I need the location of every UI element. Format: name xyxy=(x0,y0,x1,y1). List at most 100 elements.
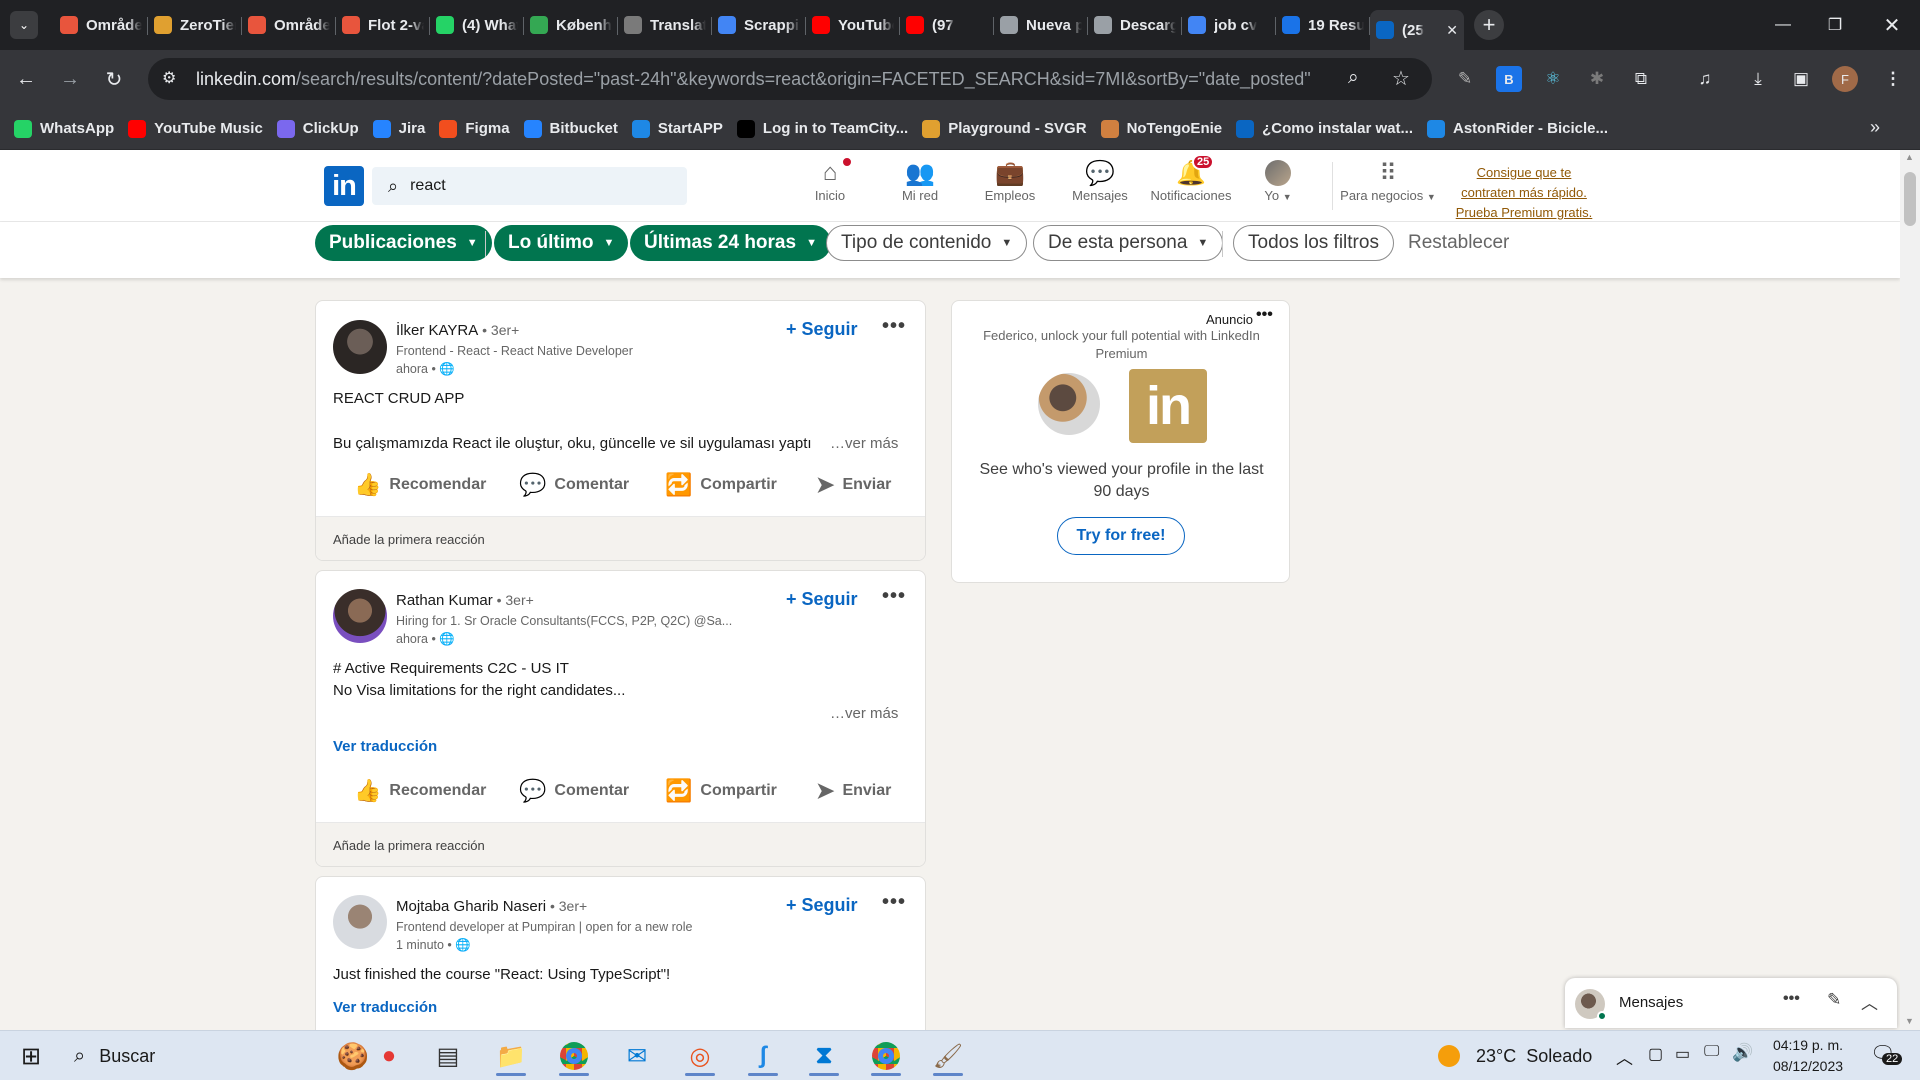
filter-de-esta-persona[interactable]: De esta persona ▼ xyxy=(1033,225,1224,261)
taskbar-search-box[interactable]: ⌕ Buscar xyxy=(60,1037,312,1075)
comment-button[interactable]: 💬 Comentar xyxy=(519,769,629,813)
bookmark-item[interactable]: ¿Como instalar wat... xyxy=(1236,119,1413,138)
see-translation-link[interactable]: Ver traducción xyxy=(333,738,437,755)
tab-search-button[interactable]: ⌄ xyxy=(10,11,38,39)
bookmark-item[interactable]: Bitbucket xyxy=(523,119,618,138)
see-more-link[interactable]: …ver más xyxy=(830,705,898,722)
nav-inicio[interactable]: ⌂ Inicio xyxy=(787,156,873,214)
network-icon[interactable]: 🖵 xyxy=(1704,1043,1719,1061)
mail-icon[interactable]: ✉ xyxy=(614,1036,660,1076)
paint-icon[interactable]: 🖌 xyxy=(925,1036,971,1076)
sourcetree-icon[interactable]: ʃ xyxy=(740,1036,786,1076)
browser-tab[interactable]: 19 Results xyxy=(1276,5,1370,45)
browser-tab[interactable]: job cv xyxy=(1182,5,1276,45)
nav-para-negocios[interactable]: ⠿ Para negocios ▼ xyxy=(1338,158,1438,214)
chevron-up-icon[interactable]: ︿ xyxy=(1616,1044,1633,1069)
bookmark-item[interactable]: ClickUp xyxy=(276,119,359,138)
search-input[interactable]: ⌕ react xyxy=(372,167,687,205)
browser-tab[interactable]: ZeroTier xyxy=(148,5,242,45)
share-button[interactable]: 🔁 Compartir xyxy=(665,769,777,813)
bookmark-item[interactable]: Figma xyxy=(439,119,510,138)
author-name[interactable]: İlker KAYRA • 3er+ xyxy=(396,322,519,339)
weather-text[interactable]: 23°C Soleado xyxy=(1476,1046,1592,1067)
bookmark-item[interactable]: Log in to TeamCity... xyxy=(736,119,908,138)
compose-icon[interactable]: ✎ xyxy=(1827,990,1841,1010)
messaging-bar[interactable]: Mensajes ••• ✎ ︿ xyxy=(1565,978,1897,1028)
filter-publicaciones[interactable]: Publicaciones ▼ xyxy=(315,225,492,261)
volume-icon[interactable]: 🔊 xyxy=(1732,1043,1753,1063)
author-avatar[interactable] xyxy=(333,320,387,374)
filter-ultimas-24h[interactable]: Últimas 24 horas ▼ xyxy=(630,225,831,261)
filter-lo-ultimo[interactable]: Lo último ▼ xyxy=(494,225,629,261)
browser-tab[interactable]: Translate xyxy=(618,5,712,45)
author-name[interactable]: Mojtaba Gharib Naseri • 3er+ xyxy=(396,898,587,915)
filter-restablecer[interactable]: Restablecer xyxy=(1394,225,1523,261)
see-more-link[interactable]: …ver más xyxy=(830,435,898,452)
recommend-button[interactable]: 👍 Recomendar xyxy=(354,463,486,507)
react-devtools-icon[interactable]: ⚛ xyxy=(1540,66,1566,92)
scrollbar-thumb[interactable] xyxy=(1904,172,1916,226)
author-avatar[interactable] xyxy=(333,895,387,949)
back-button[interactable]: ← xyxy=(8,61,44,97)
bookmark-item[interactable]: StartAPP xyxy=(631,119,723,138)
premium-promo-link[interactable]: Consigue que te contraten más rápido. Pr… xyxy=(1446,163,1602,223)
forward-button[interactable]: → xyxy=(52,61,88,97)
profile-avatar[interactable]: F xyxy=(1832,66,1858,92)
try-for-free-button[interactable]: Try for free! xyxy=(1057,517,1185,555)
share-button[interactable]: 🔁 Compartir xyxy=(665,463,777,507)
page-scrollbar[interactable]: ▲ ▼ xyxy=(1900,150,1920,1030)
bookmark-item[interactable]: NoTengoEnie xyxy=(1100,119,1222,138)
browser-tab[interactable]: Området xyxy=(242,5,336,45)
bookmark-item[interactable]: Playground - SVGR xyxy=(922,119,1087,138)
send-button[interactable]: ➤ Enviar xyxy=(816,463,891,507)
bookmark-star-icon[interactable]: ☆ xyxy=(1392,66,1410,91)
chrome-icon[interactable] xyxy=(551,1036,597,1076)
address-bar[interactable]: ⚙ linkedin.com/search/results/content/?d… xyxy=(148,58,1432,100)
task-view-icon[interactable]: ▤ xyxy=(425,1036,471,1076)
more-options-icon[interactable]: ••• xyxy=(882,585,906,608)
more-bookmarks-icon[interactable]: » xyxy=(1870,117,1880,138)
side-panel-icon[interactable]: ▣ xyxy=(1788,66,1814,92)
browser-tab[interactable]: København xyxy=(524,5,618,45)
menu-kebab-icon[interactable]: ⋮ xyxy=(1880,66,1906,92)
comment-button[interactable]: 💬 Comentar xyxy=(519,463,629,507)
follow-button[interactable]: + Seguir xyxy=(786,895,858,916)
send-button[interactable]: ➤ Enviar xyxy=(816,769,891,813)
close-tab-icon[interactable]: ✕ xyxy=(1446,22,1458,39)
bookmark-item[interactable]: Jira xyxy=(372,119,425,138)
extensions-puzzle-icon[interactable]: ⧉ xyxy=(1628,66,1654,92)
bookmark-item[interactable]: WhatsApp xyxy=(14,119,114,138)
messaging-options-icon[interactable]: ••• xyxy=(1783,990,1800,1008)
bookmark-item[interactable]: AstonRider - Bicicle... xyxy=(1426,119,1608,138)
nav-yo[interactable]: Yo ▼ xyxy=(1234,158,1322,214)
media-control-icon[interactable]: ♫ xyxy=(1692,66,1718,92)
extension-shield-icon[interactable]: B xyxy=(1496,66,1522,92)
browser-tab[interactable]: Descargas xyxy=(1088,5,1182,45)
download-icon[interactable]: ⤓ xyxy=(1745,66,1771,92)
browser-tab[interactable]: Scrapping xyxy=(712,5,806,45)
browser-tab[interactable]: Flot 2-værelses xyxy=(336,5,430,45)
nav-notificaciones[interactable]: 🔔 25 Notificaciones xyxy=(1147,154,1235,214)
chevron-up-icon[interactable]: ︿ xyxy=(1861,989,1878,1014)
minimize-button[interactable]: — xyxy=(1753,0,1813,50)
follow-button[interactable]: + Seguir xyxy=(786,319,858,340)
file-explorer-icon[interactable]: 📁 xyxy=(488,1036,534,1076)
browser-tab[interactable]: Nueva pestaña xyxy=(994,5,1088,45)
new-tab-button[interactable]: + xyxy=(1474,10,1504,40)
browser-tab[interactable]: (97 xyxy=(900,5,994,45)
bookmark-item[interactable]: YouTube Music xyxy=(128,119,263,138)
linkedin-logo[interactable]: in xyxy=(324,166,364,206)
author-name[interactable]: Rathan Kumar • 3er+ xyxy=(396,592,534,609)
windows-start-icon[interactable]: ⊞ xyxy=(8,1036,54,1076)
browser-tab[interactable]: Området xyxy=(54,5,148,45)
ornament-widget-icon[interactable]: ● xyxy=(366,1036,412,1076)
ubuntu-icon[interactable]: ◎ xyxy=(677,1036,723,1076)
follow-button[interactable]: + Seguir xyxy=(786,589,858,610)
author-avatar[interactable] xyxy=(333,589,387,643)
site-info-icon[interactable]: ⚙ xyxy=(162,68,176,88)
chrome-profile-icon[interactable] xyxy=(863,1036,909,1076)
extension-feather-icon[interactable]: ✎ xyxy=(1452,66,1478,92)
more-options-icon[interactable]: ••• xyxy=(882,315,906,338)
nav-mi-red[interactable]: 👥 Mi red xyxy=(877,158,963,214)
more-options-icon[interactable]: ••• xyxy=(882,891,906,914)
